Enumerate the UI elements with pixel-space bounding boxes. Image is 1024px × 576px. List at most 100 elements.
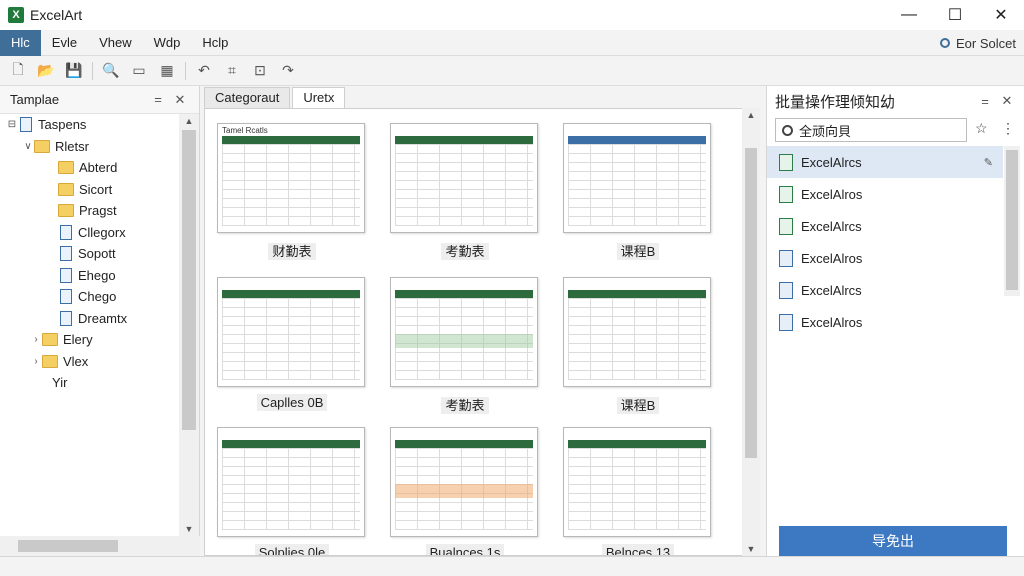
template-card[interactable]: 考勤表	[390, 123, 540, 260]
tree-item-label: Abterd	[79, 160, 118, 176]
thumbnail-header-band	[222, 136, 360, 144]
export-button[interactable]: 导免出	[779, 526, 1007, 556]
tree-item[interactable]: Sopott	[0, 243, 180, 265]
thumbnail-header-band	[395, 440, 533, 448]
toolbar-separator	[185, 61, 186, 80]
scrollbar-thumb[interactable]	[182, 130, 196, 430]
tree-expander-icon[interactable]: ⊟	[6, 119, 18, 130]
tree-item[interactable]: Abterd	[0, 157, 180, 179]
file-search-box	[775, 118, 967, 142]
tree-item[interactable]: Ehego	[0, 265, 180, 287]
tree-item[interactable]: Sicort	[0, 179, 180, 201]
undo-icon[interactable]: ↶	[193, 60, 215, 82]
file-list-item[interactable]: ExcelAlrcs	[767, 210, 1003, 242]
close-button[interactable]: ✕	[978, 0, 1024, 30]
tab-category[interactable]: Categoraut	[204, 87, 291, 108]
image-icon[interactable]: ▦	[156, 60, 178, 82]
tree-item[interactable]: Cllegorx	[0, 222, 180, 244]
template-card-label: 考勤表	[441, 397, 489, 414]
tree-item[interactable]: Chego	[0, 286, 180, 308]
scrollbar-thumb[interactable]	[745, 148, 757, 458]
scrollbar-thumb[interactable]	[18, 540, 118, 552]
redo-icon[interactable]: ↷	[277, 60, 299, 82]
file-list-item[interactable]: ExcelAlrcs ✎	[767, 146, 1003, 178]
file-list-item[interactable]: ExcelAlros	[767, 178, 1003, 210]
template-card[interactable]: Solplies 0le	[217, 427, 367, 555]
crop-icon[interactable]: ⌗	[221, 60, 243, 82]
template-tree: ⊟ Taspens ∨ Rletsr Abterd Sicort Pragst Cllegor…	[0, 114, 180, 536]
template-card-label-wrap: 考勤表	[390, 395, 540, 414]
thumbnail-highlight	[395, 484, 533, 498]
save-icon[interactable]: 💾	[63, 60, 85, 82]
tree-item[interactable]: ∨ Rletsr	[0, 136, 180, 158]
view-icon[interactable]: ▭	[128, 60, 150, 82]
file-list-item[interactable]: ExcelAlros	[767, 242, 1003, 274]
scrollbar-thumb[interactable]	[1006, 150, 1018, 290]
thumbnail-grid	[395, 448, 533, 530]
more-icon[interactable]: ⋮	[1001, 120, 1015, 137]
template-card-label-wrap: Bualnces 1s	[390, 544, 540, 555]
panel-pin-button[interactable]: =	[976, 94, 994, 109]
scroll-up-icon[interactable]: ▲	[742, 110, 760, 120]
file-list-item[interactable]: ExcelAlros	[767, 306, 1003, 338]
tree-vertical-scrollbar[interactable]: ▲ ▼	[179, 114, 199, 536]
tree-expander-icon[interactable]: ∨	[22, 141, 34, 152]
tree-item-label: Sopott	[78, 246, 116, 262]
tree-item-label: Ehego	[78, 267, 116, 283]
menu-help[interactable]: Hclp	[191, 30, 239, 56]
template-card[interactable]: 课程B	[563, 123, 713, 260]
tree-horizontal-scrollbar[interactable]	[0, 536, 200, 556]
thumbnail-grid	[395, 298, 533, 380]
thumbnail-header-band	[395, 136, 533, 144]
template-card-label-wrap: 考勤表	[390, 241, 540, 260]
tree-item[interactable]: Pragst	[0, 200, 180, 222]
tree-item[interactable]: ⊟ Taspens	[0, 114, 180, 136]
panel-close-button[interactable]: ✕	[998, 93, 1016, 109]
maximize-button[interactable]: ☐	[932, 0, 978, 30]
scroll-down-icon[interactable]: ▼	[742, 544, 760, 554]
frame-icon[interactable]: ⊡	[249, 60, 271, 82]
template-card[interactable]: Belnces 13	[563, 427, 713, 555]
scroll-down-icon[interactable]: ▼	[179, 524, 199, 534]
open-icon[interactable]: 📂	[35, 60, 57, 82]
menu-file[interactable]: Hlc	[0, 29, 41, 56]
spreadsheet-file-icon	[779, 249, 793, 267]
tree-item[interactable]: › Elery	[0, 329, 180, 351]
file-name: ExcelAlros	[801, 314, 863, 330]
file-search-input[interactable]	[799, 122, 959, 138]
gallery-scrollbar[interactable]: ▲ ▼	[742, 108, 760, 556]
tab-recent[interactable]: Uretx	[292, 87, 346, 108]
panel-pin-button[interactable]: =	[149, 92, 167, 107]
tree-item[interactable]: › Vlex	[0, 351, 180, 373]
template-card[interactable]: 考勤表	[390, 277, 540, 414]
template-thumbnail	[563, 427, 711, 537]
menu-edit[interactable]: Evle	[41, 30, 88, 56]
template-card-label: 财勤表	[268, 243, 316, 260]
menu-window[interactable]: Wdp	[143, 30, 192, 56]
menu-view[interactable]: Vhew	[88, 30, 143, 56]
tree-item[interactable]: Dreamtx	[0, 308, 180, 330]
template-card[interactable]: Bualnces 1s	[390, 427, 540, 555]
tree-item-label: Elery	[63, 332, 93, 348]
template-card[interactable]: 课程B	[563, 277, 713, 414]
panel-close-button[interactable]: ✕	[171, 92, 189, 108]
file-name: ExcelAlrcs	[801, 218, 862, 234]
file-list-scrollbar[interactable]	[1004, 146, 1020, 296]
template-thumbnail	[390, 427, 538, 537]
tree-expander-icon[interactable]: ›	[30, 334, 42, 345]
template-card[interactable]: Tamel Rcatls 财勤表	[217, 123, 367, 260]
file-list-item[interactable]: ExcelAlrcs	[767, 274, 1003, 306]
zoom-icon[interactable]: 🔍	[100, 60, 122, 82]
favorite-icon[interactable]: ☆	[975, 120, 988, 137]
minimize-button[interactable]: —	[886, 0, 932, 30]
tree-expander-icon[interactable]: ›	[30, 356, 42, 367]
tree-item[interactable]: Yir	[0, 372, 180, 394]
gallery-tabs: Categoraut Uretx	[204, 86, 760, 108]
scroll-up-icon[interactable]: ▲	[179, 116, 199, 126]
template-card[interactable]: Caplles 0B	[217, 277, 367, 411]
thumbnail-highlight	[395, 334, 533, 348]
edit-icon[interactable]: ✎	[984, 156, 993, 169]
account-button[interactable]: Eor Solcet	[940, 30, 1016, 56]
new-icon[interactable]: 🗋	[7, 60, 29, 82]
document-icon	[60, 310, 72, 326]
